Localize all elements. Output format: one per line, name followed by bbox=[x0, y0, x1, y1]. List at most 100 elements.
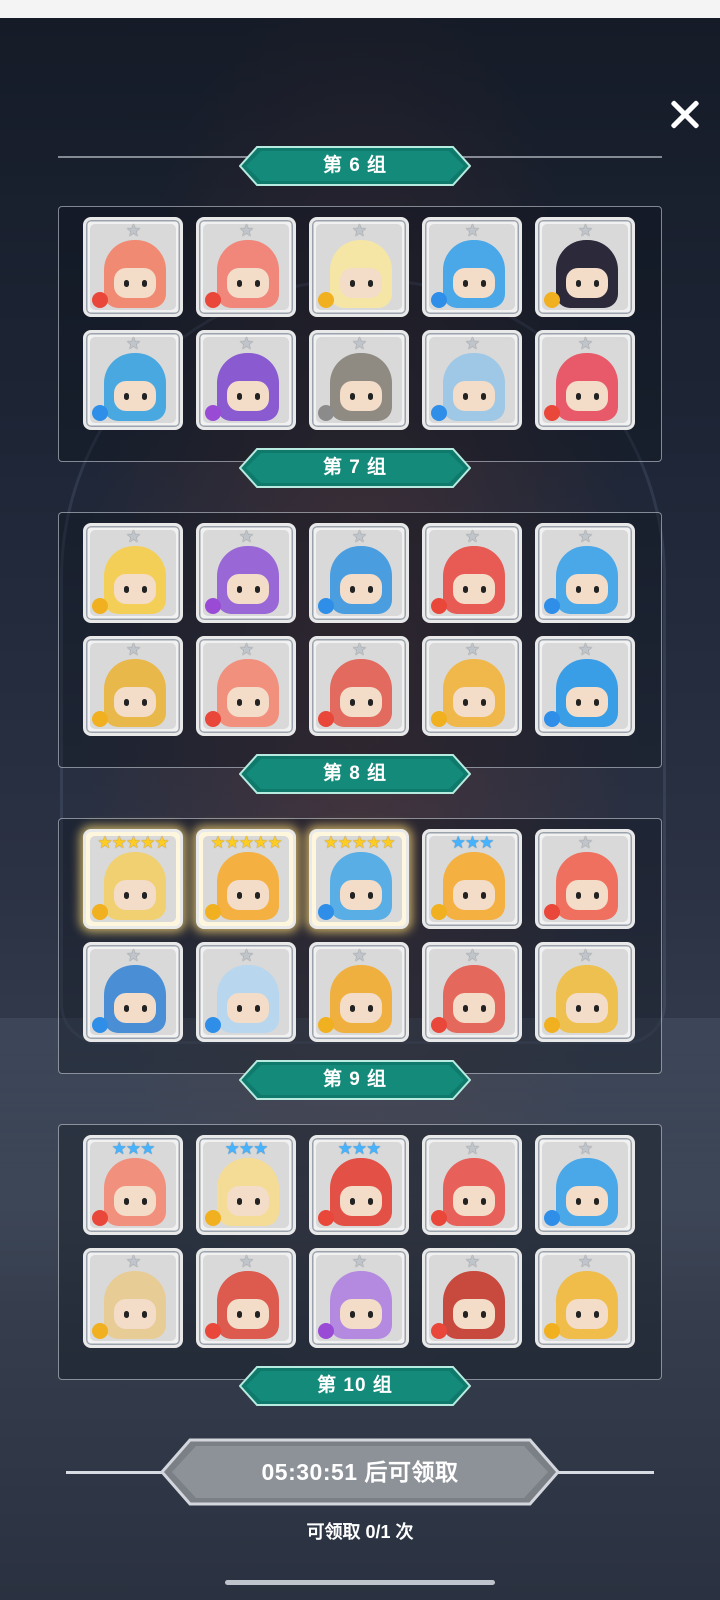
hero-eye bbox=[576, 1311, 581, 1318]
hero-card-crown-block[interactable]: ★ bbox=[309, 942, 409, 1042]
hero-card-blue-bear[interactable]: ★ bbox=[535, 523, 635, 623]
hero-eye bbox=[124, 280, 129, 287]
hero-card-stone-golem[interactable]: ★ bbox=[309, 330, 409, 430]
star-rating: ★ bbox=[125, 334, 141, 353]
hero-card-pink-worm[interactable]: ★ bbox=[196, 217, 296, 317]
hero-face bbox=[114, 381, 156, 411]
wind-element-icon bbox=[205, 904, 221, 920]
hero-face bbox=[114, 1299, 156, 1329]
hero-card-orange-sun[interactable]: ★★★ bbox=[422, 829, 522, 929]
hero-eye bbox=[576, 699, 581, 706]
group-label-text: 第 7 组 bbox=[322, 457, 388, 478]
hero-card-black-haired-girl[interactable]: ★ bbox=[535, 217, 635, 317]
group-label-text: 第 6 组 bbox=[322, 155, 388, 176]
wind-element-icon bbox=[544, 1017, 560, 1033]
hero-card-red-witch[interactable]: ★ bbox=[196, 1248, 296, 1348]
hero-face bbox=[340, 880, 382, 910]
hero-card-red-armor[interactable]: ★ bbox=[422, 942, 522, 1042]
hero-eye bbox=[237, 1198, 242, 1205]
hero-card-yellow-ghost[interactable]: ★ bbox=[309, 217, 409, 317]
hero-eye bbox=[142, 280, 147, 287]
hero-eye bbox=[124, 892, 129, 899]
star-rating: ★ bbox=[351, 1252, 367, 1271]
dark-element-icon bbox=[318, 1323, 334, 1339]
star-rating: ★ bbox=[351, 946, 367, 965]
star-rating: ★ bbox=[238, 1252, 254, 1271]
star-rating: ★ bbox=[577, 1252, 593, 1271]
hero-card-purple-witch[interactable]: ★ bbox=[196, 330, 296, 430]
hero-card-pumpkin-mummy[interactable]: ★ bbox=[83, 217, 183, 317]
hero-eye bbox=[368, 892, 373, 899]
water-element-icon bbox=[544, 1210, 560, 1226]
hero-card-gold-lion[interactable]: ★ bbox=[535, 1248, 635, 1348]
water-element-icon bbox=[544, 598, 560, 614]
hero-eye bbox=[594, 892, 599, 899]
fire-element-icon bbox=[431, 1017, 447, 1033]
star-rating: ★ bbox=[238, 221, 254, 240]
hero-card-blue-clock[interactable]: ★★★★★ bbox=[309, 829, 409, 929]
hero-card-blue-bear[interactable]: ★ bbox=[535, 1135, 635, 1235]
hero-card-yellow-witch[interactable]: ★ bbox=[83, 636, 183, 736]
hero-face bbox=[453, 687, 495, 717]
hero-card-blue-skull[interactable]: ★ bbox=[83, 942, 183, 1042]
hero-grid: ★ ★ ★ ★ ★ ★ ★ ★ ★ ★ bbox=[83, 217, 635, 430]
hero-eye bbox=[368, 586, 373, 593]
hero-eye bbox=[237, 699, 242, 706]
hero-eye bbox=[350, 1311, 355, 1318]
hero-card-pink-horned-girl[interactable]: ★★★ bbox=[83, 1135, 183, 1235]
claim-button[interactable]: 05:30:51 后可领取 bbox=[160, 1438, 560, 1506]
hero-face bbox=[114, 574, 156, 604]
hero-card-yellow-knight[interactable]: ★ bbox=[422, 636, 522, 736]
hero-card-yellow-spiky[interactable]: ★ bbox=[83, 523, 183, 623]
hero-eye bbox=[594, 1198, 599, 1205]
hero-card-orange-sun[interactable]: ★★★★★ bbox=[196, 829, 296, 929]
hero-eye bbox=[124, 586, 129, 593]
hero-card-red-skull[interactable]: ★ bbox=[422, 1135, 522, 1235]
hero-face bbox=[340, 993, 382, 1023]
hero-card-red-bear[interactable]: ★ bbox=[422, 523, 522, 623]
fire-element-icon bbox=[318, 1210, 334, 1226]
hero-card-blue-bear[interactable]: ★ bbox=[422, 217, 522, 317]
star-rating: ★ bbox=[577, 833, 593, 852]
hero-card-purple-mummy[interactable]: ★ bbox=[196, 523, 296, 623]
hero-card-chef-winking[interactable]: ★★★ bbox=[196, 1135, 296, 1235]
home-indicator[interactable] bbox=[225, 1580, 495, 1585]
group-label-10: 第 10 组 bbox=[239, 1366, 471, 1406]
hero-card-sand-shell[interactable]: ★ bbox=[83, 1248, 183, 1348]
group-panel-8: ★★★★★ ★★★★★ ★★★★★ ★★★ ★ ★ ★ ★ ★ ★ bbox=[58, 818, 662, 1074]
hero-card-gold-armor[interactable]: ★ bbox=[535, 942, 635, 1042]
hero-card-blue-witch[interactable]: ★ bbox=[83, 330, 183, 430]
close-button[interactable] bbox=[662, 92, 708, 138]
fire-element-icon bbox=[205, 292, 221, 308]
hero-eye bbox=[576, 280, 581, 287]
hero-card-polka-dot-shell[interactable]: ★ bbox=[196, 942, 296, 1042]
hero-card-pink-girl[interactable]: ★ bbox=[196, 636, 296, 736]
fire-element-icon bbox=[544, 904, 560, 920]
hero-card-lilac-girl[interactable]: ★ bbox=[309, 1248, 409, 1348]
hero-card-blue-robot[interactable]: ★ bbox=[535, 636, 635, 736]
wind-element-icon bbox=[205, 1210, 221, 1226]
hero-card-blonde-hero[interactable]: ★★★★★ bbox=[83, 829, 183, 929]
hero-card-red-totem[interactable]: ★ bbox=[422, 1248, 522, 1348]
hero-face bbox=[566, 574, 608, 604]
hero-card-red-knight[interactable]: ★ bbox=[309, 636, 409, 736]
wind-element-icon bbox=[544, 292, 560, 308]
hero-eye bbox=[576, 892, 581, 899]
hero-card-red-tiki[interactable]: ★★★ bbox=[309, 1135, 409, 1235]
star-rating: ★ bbox=[125, 1252, 141, 1271]
hero-face bbox=[453, 381, 495, 411]
hero-card-red-octopus[interactable]: ★ bbox=[535, 330, 635, 430]
hero-eye bbox=[463, 892, 468, 899]
hero-card-blue-tree[interactable]: ★ bbox=[309, 523, 409, 623]
star-rating: ★ bbox=[238, 640, 254, 659]
hero-card-red-ribbon-girl[interactable]: ★ bbox=[535, 829, 635, 929]
hero-face bbox=[114, 268, 156, 298]
hero-face bbox=[227, 1299, 269, 1329]
star-rating: ★ bbox=[464, 1139, 480, 1158]
hero-eye bbox=[594, 1005, 599, 1012]
claim-count: 可领取 0/1 次 bbox=[306, 1522, 414, 1542]
hero-eye bbox=[124, 1198, 129, 1205]
hero-eye bbox=[576, 586, 581, 593]
hero-eye bbox=[481, 280, 486, 287]
hero-card-blue-knight[interactable]: ★ bbox=[422, 330, 522, 430]
